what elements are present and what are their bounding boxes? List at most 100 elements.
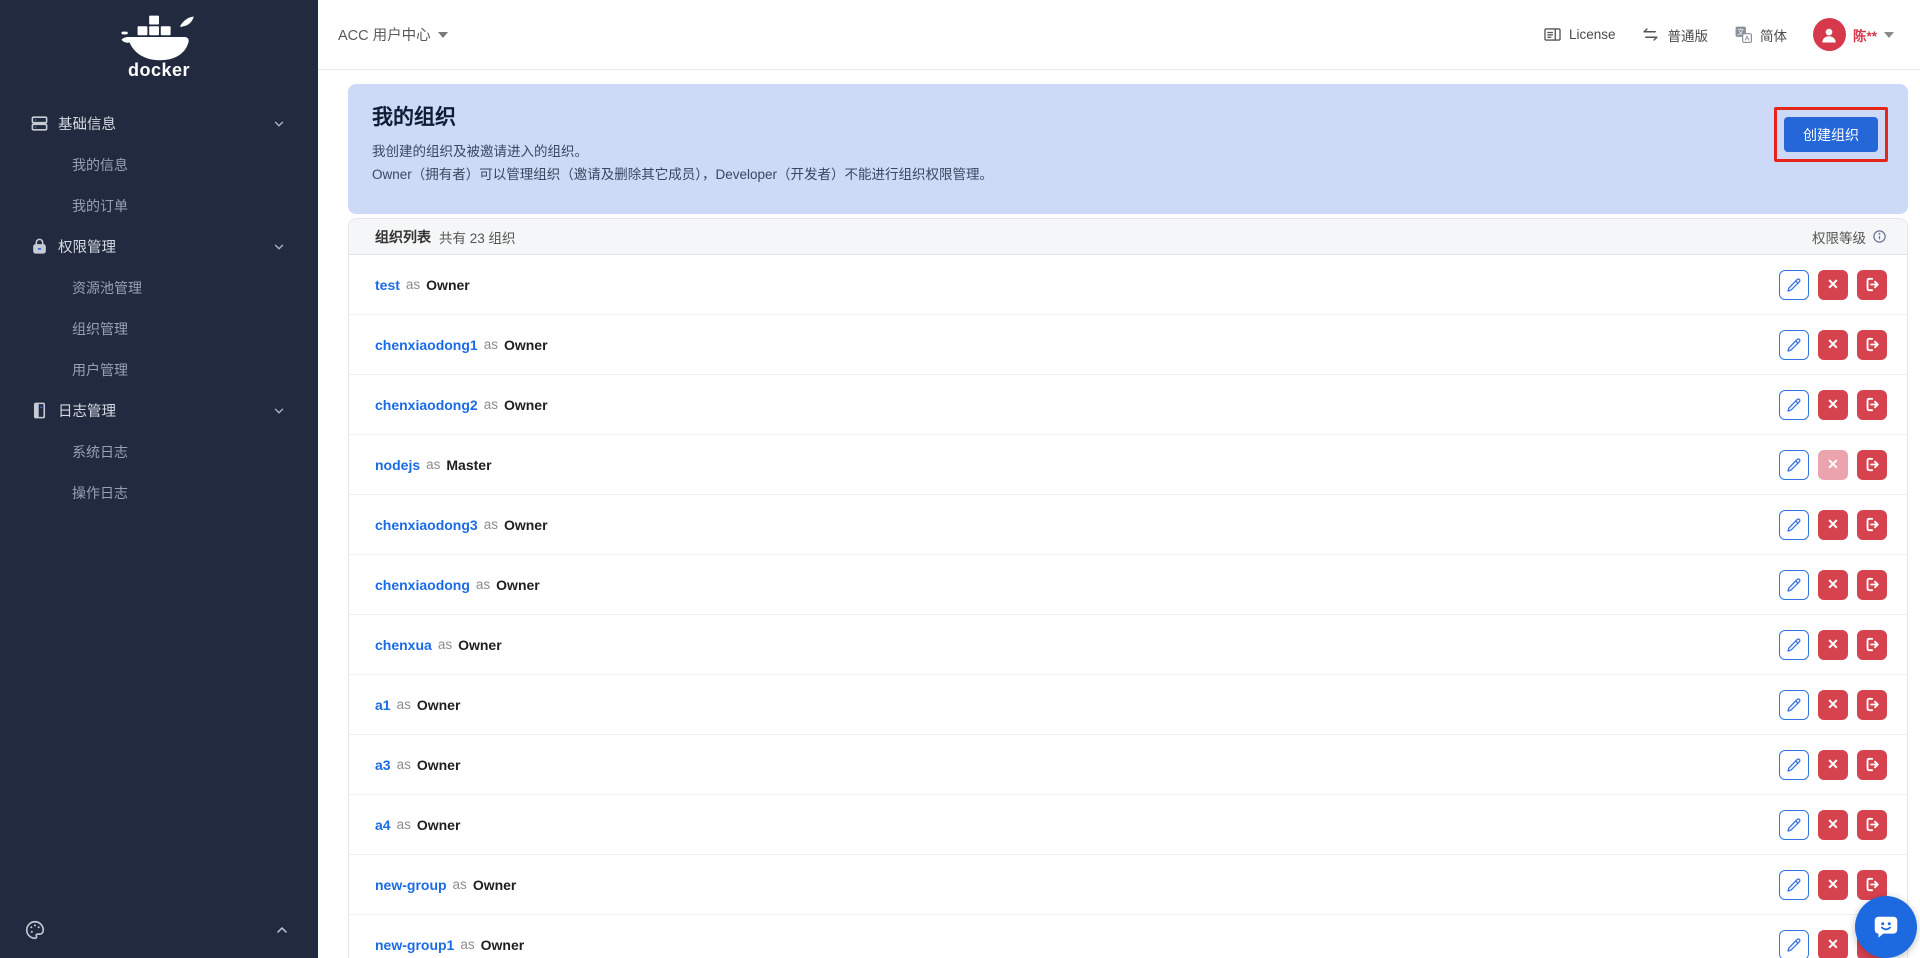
leave-org-button[interactable] [1857,449,1887,480]
edit-org-button[interactable] [1779,389,1809,420]
sidebar-item[interactable]: 组织管理 [0,308,318,349]
delete-org-button[interactable]: ✕ [1818,389,1848,420]
org-name-link[interactable]: chenxiaodong2 [375,397,478,413]
leave-org-button[interactable] [1857,629,1887,660]
close-icon: ✕ [1827,876,1839,892]
pencil-icon [1787,817,1801,832]
sidebar-item-label: 我的订单 [72,197,128,214]
edit-org-button[interactable] [1779,329,1809,360]
leave-org-button[interactable] [1857,689,1887,720]
edit-org-button[interactable] [1779,929,1809,958]
leave-org-button[interactable] [1857,509,1887,540]
close-icon: ✕ [1827,396,1839,412]
avatar [1812,18,1846,51]
row-actions: ✕ [1779,449,1887,480]
table-row: chenxiaodong1 as Owner ✕ [349,315,1907,375]
org-name-link[interactable]: chenxiaodong1 [375,337,478,353]
user-icon [1822,28,1837,42]
close-icon: ✕ [1827,336,1839,352]
delete-org-button[interactable]: ✕ [1818,569,1848,600]
table-row: new-group as Owner ✕ [349,855,1907,915]
sidebar-item-label: 组织管理 [72,320,128,337]
sidebar-item[interactable]: 基础信息 [0,103,318,144]
table-row: chenxiaodong2 as Owner ✕ [349,375,1907,435]
delete-org-button[interactable]: ✕ [1818,809,1848,840]
theme-palette-icon[interactable] [24,919,46,946]
delete-org-button[interactable]: ✕ [1818,749,1848,780]
sidebar-collapse-icon[interactable] [274,922,290,943]
org-name-link[interactable]: a3 [375,757,391,773]
edit-org-button[interactable] [1779,629,1809,660]
close-icon: ✕ [1827,456,1839,472]
delete-org-button[interactable]: ✕ [1818,689,1848,720]
sidebar-item[interactable]: 资源池管理 [0,267,318,308]
delete-org-button[interactable]: ✕ [1818,509,1848,540]
locale-switcher[interactable]: 文 A 简体 [1734,25,1787,45]
user-menu[interactable]: 陈** [1812,18,1894,51]
edit-org-button[interactable] [1779,869,1809,900]
logout-icon [1866,757,1879,772]
leave-org-button[interactable] [1857,329,1887,360]
org-role: Master [446,456,492,473]
app-selector[interactable]: ACC 用户中心 [338,24,448,45]
as-label: as [475,577,491,592]
org-role: Owner [416,756,461,773]
logout-icon [1866,517,1879,532]
leave-org-button[interactable] [1857,749,1887,780]
row-actions: ✕ [1779,809,1887,840]
create-org-button[interactable]: 创建组织 [1784,117,1878,152]
license-link[interactable]: License [1543,25,1615,44]
edit-org-button[interactable] [1779,449,1809,480]
leave-org-button[interactable] [1857,569,1887,600]
edition-switcher[interactable]: 普通版 [1641,25,1708,45]
chevron-down-icon[interactable] [272,240,286,254]
table-row: chenxiaodong3 as Owner ✕ [349,495,1907,555]
org-name-link[interactable]: new-group [375,877,447,893]
row-actions: ✕ [1779,389,1887,420]
org-name-link[interactable]: new-group1 [375,937,454,953]
support-chat-button[interactable] [1855,896,1917,958]
org-name-link[interactable]: a4 [375,817,391,833]
delete-org-button[interactable]: ✕ [1818,329,1848,360]
info-icon[interactable] [1872,229,1887,244]
table-row: chenxua as Owner ✕ [349,615,1907,675]
chevron-down-icon[interactable] [272,404,286,418]
org-name-link[interactable]: chenxiaodong3 [375,517,478,533]
delete-org-button[interactable]: ✕ [1818,449,1848,480]
leave-org-button[interactable] [1857,389,1887,420]
org-name-link[interactable]: chenxiaodong [375,577,470,593]
sidebar-item[interactable]: 我的订单 [0,185,318,226]
edit-org-button[interactable] [1779,569,1809,600]
page-title: 我的组织 [372,106,456,129]
edit-org-button[interactable] [1779,749,1809,780]
edit-org-button[interactable] [1779,269,1809,300]
edit-org-button[interactable] [1779,509,1809,540]
edit-org-button[interactable] [1779,689,1809,720]
sidebar-item[interactable]: 日志管理 [0,390,318,431]
sidebar-item[interactable]: 用户管理 [0,349,318,390]
sidebar-item[interactable]: 系统日志 [0,431,318,472]
sidebar-item[interactable]: 我的信息 [0,144,318,185]
sidebar-item-label: 操作日志 [72,484,128,501]
org-name-link[interactable]: a1 [375,697,391,713]
edit-org-button[interactable] [1779,809,1809,840]
chevron-down-icon[interactable] [272,117,286,131]
delete-org-button[interactable]: ✕ [1818,629,1848,660]
leave-org-button[interactable] [1857,869,1887,900]
row-actions: ✕ [1779,509,1887,540]
leave-org-button[interactable] [1857,269,1887,300]
delete-org-button[interactable]: ✕ [1818,929,1848,958]
sidebar-item[interactable]: 权限管理 [0,226,318,267]
swap-arrows-icon [1643,28,1659,41]
sidebar-item[interactable]: 操作日志 [0,472,318,513]
leave-org-button[interactable] [1857,809,1887,840]
table-row: nodejs as Master ✕ [349,435,1907,495]
org-role: Owner [416,816,461,833]
as-label: as [396,817,411,832]
delete-org-button[interactable]: ✕ [1818,869,1848,900]
org-name-link[interactable]: chenxua [375,637,432,653]
perm-level-label: 权限等级 [1812,230,1866,246]
delete-org-button[interactable]: ✕ [1818,269,1848,300]
org-name-link[interactable]: test [375,277,400,293]
org-name-link[interactable]: nodejs [375,457,420,473]
